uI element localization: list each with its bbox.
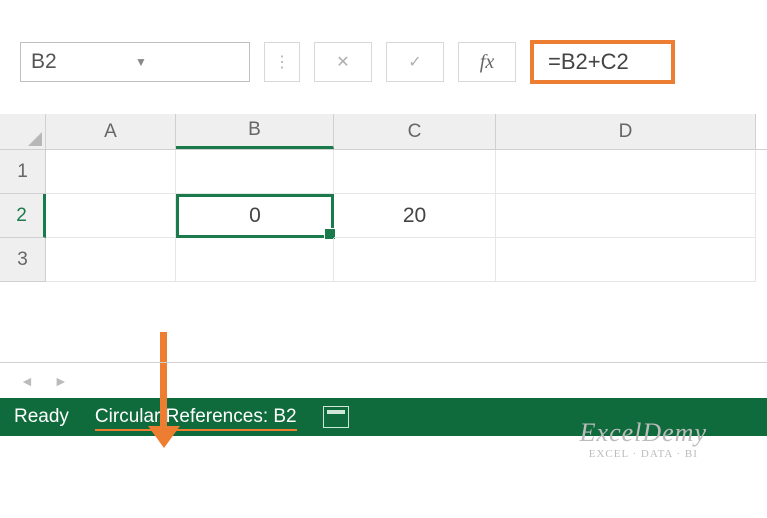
check-icon: ✓ [408,52,421,72]
cell-d3[interactable] [496,238,756,282]
next-sheet-icon[interactable]: ► [54,373,68,389]
select-all-corner[interactable] [0,114,46,149]
cell-b2[interactable]: 0 [176,194,334,238]
prev-sheet-icon[interactable]: ◄ [20,373,34,389]
cell-d1[interactable] [496,150,756,194]
name-box[interactable]: B2 ▼ [20,42,250,82]
row-header-1[interactable]: 1 [0,150,46,194]
formula-input[interactable]: =B2+C2 [530,40,675,84]
cancel-icon: ✕ [336,52,349,72]
cell-b3[interactable] [176,238,334,282]
cell-c1[interactable] [334,150,496,194]
row-header-2[interactable]: 2 [0,194,46,238]
col-header-c[interactable]: C [334,114,496,149]
enter-button[interactable]: ✓ [386,42,444,82]
insert-function-button[interactable]: fx [458,42,516,82]
watermark-brand: ExcelDemy [580,418,707,448]
name-box-dropdown-icon[interactable]: ▼ [135,55,239,69]
col-header-d[interactable]: D [496,114,756,149]
view-layout-icon[interactable] [323,406,349,428]
cell-b1[interactable] [176,150,334,194]
spreadsheet-grid[interactable]: A B C D 1 2 0 20 3 [0,114,767,282]
cell-c2[interactable]: 20 [334,194,496,238]
cell-a3[interactable] [46,238,176,282]
col-header-a[interactable]: A [46,114,176,149]
formula-value: =B2+C2 [548,49,629,75]
watermark: ExcelDemy EXCEL · DATA · BI [580,418,707,460]
formula-bar-separator: ⋮ [264,42,300,82]
cancel-button[interactable]: ✕ [314,42,372,82]
cell-a2[interactable] [46,194,176,238]
cell-c3[interactable] [334,238,496,282]
status-circular-references: Circular References: B2 [95,406,297,428]
fx-icon: fx [480,51,494,74]
name-box-value: B2 [31,50,135,74]
cell-a1[interactable] [46,150,176,194]
status-ready: Ready [14,406,69,428]
watermark-tag: EXCEL · DATA · BI [580,448,707,460]
col-header-b[interactable]: B [176,114,334,149]
row-header-3[interactable]: 3 [0,238,46,282]
cell-d2[interactable] [496,194,756,238]
sheet-tab-nav: ◄ ► [0,362,767,398]
